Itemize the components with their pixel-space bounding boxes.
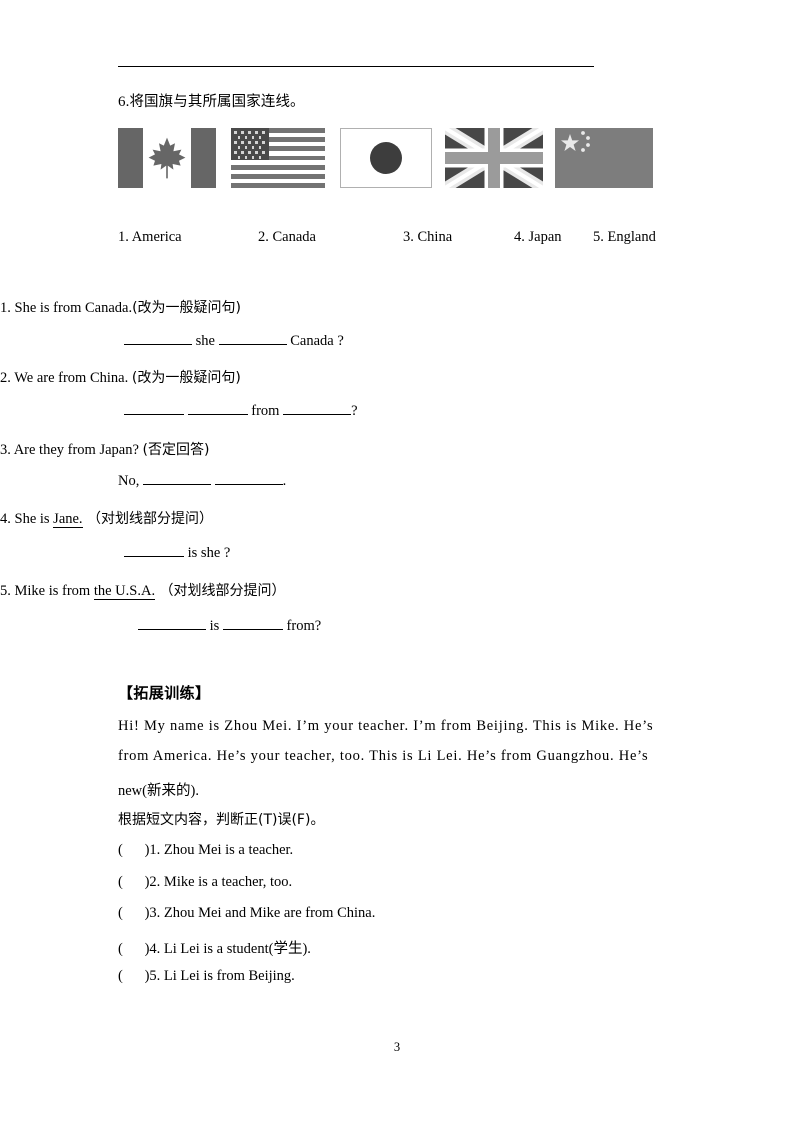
- q5-underlined-target: the U.S.A.: [93, 583, 156, 600]
- q3-hint: (否定回答): [142, 442, 210, 458]
- q2-blank-3[interactable]: [283, 414, 352, 415]
- canada-flag-left-band: [118, 128, 143, 188]
- canada-flag: [118, 128, 216, 188]
- q5-hint: （对划线部分提问）: [155, 583, 286, 599]
- china-flag: [555, 128, 653, 188]
- q5-answer-mid: is: [206, 618, 223, 634]
- q2-number: 2.: [0, 370, 11, 386]
- q2-blank-1[interactable]: [124, 414, 184, 415]
- usa-flag-canton: [231, 128, 269, 161]
- q5-answer-tail: from?: [282, 618, 322, 634]
- q1-blank-2[interactable]: [218, 344, 287, 345]
- country-label-4: 4. Japan: [514, 229, 562, 245]
- country-label-5: 5. England: [593, 229, 656, 245]
- tf-1-answer-box[interactable]: ( ): [118, 842, 149, 858]
- true-false-item-2[interactable]: ( )2. Mike is a teacher, too.: [118, 874, 292, 891]
- extension-section-heading: 【拓展训练】: [118, 684, 211, 702]
- q2-blank-2[interactable]: [187, 414, 248, 415]
- japan-flag: [340, 128, 432, 188]
- q1-answer-tail: Canada ?: [286, 333, 344, 349]
- transform-question-3-stem: 3. Are they from Japan? (否定回答): [0, 439, 209, 459]
- transform-question-2-stem: 2. We are from China. (改为一般疑问句): [0, 367, 241, 387]
- document-page: 6.将国旗与其所属国家连线。 1. America 2. Canada 3. C…: [0, 0, 794, 1123]
- q1-blank-1[interactable]: [124, 344, 192, 345]
- transform-question-2-answer: from ?: [124, 403, 358, 420]
- q4-answer-tail: is she ?: [184, 545, 231, 561]
- passage-line-3: new(新来的).: [118, 783, 199, 799]
- q5-blank-1[interactable]: [138, 629, 206, 630]
- tf-3-text: 3. Zhou Mei and Mike are from China.: [149, 905, 376, 921]
- passage-line-2: from America. He’s your teacher, too. Th…: [118, 748, 649, 764]
- q2-answer-mid: from: [247, 403, 284, 419]
- uk-flag: [445, 128, 543, 188]
- transform-question-4-stem: 4. She is Jane. （对划线部分提问）: [0, 508, 213, 528]
- maple-leaf-icon: [148, 137, 186, 179]
- country-label-2: 2. Canada: [258, 229, 316, 245]
- canada-flag-right-band: [191, 128, 216, 188]
- q3-answer-head: No,: [118, 473, 143, 489]
- transform-question-3-answer: No, .: [118, 473, 286, 490]
- match-exercise-instruction: 将国旗与其所属国家连线。: [129, 94, 305, 110]
- tf-2-text: 2. Mike is a teacher, too.: [149, 874, 293, 890]
- header-divider: [118, 66, 594, 67]
- transform-question-1-answer: she Canada ?: [124, 333, 344, 350]
- tf-2-answer-box[interactable]: ( ): [118, 874, 149, 890]
- tf-4-text: 4. Li Lei is a student(学生).: [149, 941, 311, 957]
- q2-answer-tail: ?: [351, 403, 358, 419]
- true-false-item-3[interactable]: ( )3. Zhou Mei and Mike are from China.: [118, 905, 375, 922]
- tf-4-answer-box[interactable]: ( ): [118, 941, 149, 957]
- q3-number: 3.: [0, 442, 11, 458]
- tf-1-text: 1. Zhou Mei is a teacher.: [149, 842, 294, 858]
- japan-flag-disc: [370, 142, 402, 174]
- true-false-item-4[interactable]: ( )4. Li Lei is a student(学生).: [118, 937, 311, 958]
- country-label-row: 1. America 2. Canada 3. China 4. Japan 5…: [118, 229, 698, 249]
- q4-number: 4.: [0, 511, 11, 527]
- q5-blank-2[interactable]: [222, 629, 283, 630]
- transform-question-1-stem: 1. She is from Canada.(改为一般疑问句): [0, 297, 241, 317]
- q4-underlined-target: Jane.: [53, 511, 83, 528]
- q3-text: Are they from Japan?: [10, 442, 143, 458]
- q3-answer-tail: .: [282, 473, 287, 489]
- true-false-item-1[interactable]: ( )1. Zhou Mei is a teacher.: [118, 842, 293, 859]
- q2-hint: (改为一般疑问句): [131, 370, 241, 386]
- true-false-instruction: 根据短文内容，判断正(T)误(F)。: [118, 812, 325, 828]
- q4-hint: （对划线部分提问）: [82, 511, 214, 527]
- q5-text: Mike is from: [10, 583, 94, 599]
- usa-flag: [231, 128, 325, 188]
- tf-5-answer-box[interactable]: ( ): [118, 968, 149, 984]
- q1-number: 1.: [0, 300, 11, 316]
- page-number: 3: [393, 1040, 401, 1054]
- q1-hint: (改为一般疑问句): [132, 300, 242, 316]
- q5-number: 5.: [0, 583, 11, 599]
- q1-text: She is from Canada.: [10, 300, 133, 316]
- tf-5-text: 5. Li Lei is from Beijing.: [149, 968, 295, 984]
- match-exercise-heading: 6.将国旗与其所属国家连线。: [118, 93, 305, 111]
- q3-blank-2[interactable]: [214, 484, 283, 485]
- q2-text: We are from China.: [10, 370, 132, 386]
- china-stars-icon: [555, 128, 653, 188]
- transform-question-5-stem: 5. Mike is from the U.S.A. （对划线部分提问）: [0, 580, 286, 600]
- passage-line-1: Hi! My name is Zhou Mei. I’m your teache…: [118, 718, 654, 734]
- true-false-item-5[interactable]: ( )5. Li Lei is from Beijing.: [118, 968, 295, 985]
- q4-text: She is: [10, 511, 54, 527]
- transform-question-5-answer: is from?: [138, 618, 321, 635]
- match-exercise-number: 6.: [118, 94, 130, 110]
- country-label-1: 1. America: [118, 229, 182, 245]
- flag-row: [118, 128, 658, 192]
- country-label-3: 3. China: [403, 229, 453, 245]
- q1-answer-mid: she: [192, 333, 219, 349]
- union-jack-icon: [445, 128, 543, 188]
- q4-blank-1[interactable]: [124, 556, 184, 557]
- tf-3-answer-box[interactable]: ( ): [118, 905, 149, 921]
- q3-blank-1[interactable]: [142, 484, 211, 485]
- transform-question-4-answer: is she ?: [124, 545, 230, 562]
